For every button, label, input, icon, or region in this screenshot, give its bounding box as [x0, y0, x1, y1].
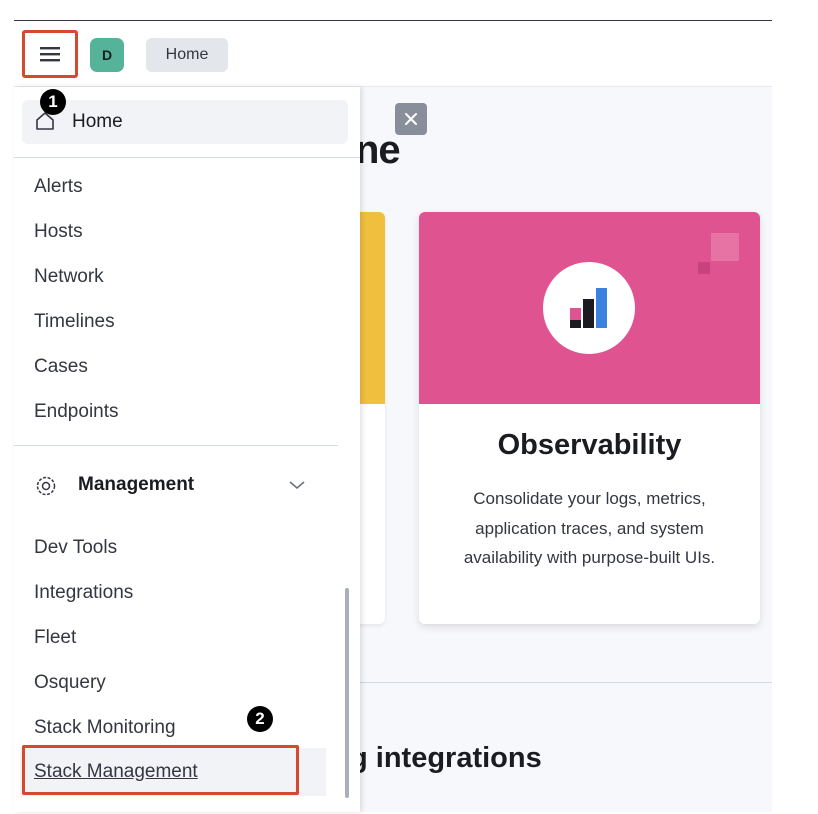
- decor-square: [698, 262, 710, 274]
- hamburger-icon: [40, 47, 60, 62]
- step-marker-1: 1: [40, 89, 66, 115]
- nav-scrollbar[interactable]: [345, 588, 349, 798]
- observability-icon: [543, 262, 635, 354]
- nav-item-stack-monitoring[interactable]: Stack Monitoring: [34, 717, 176, 739]
- card-title: Observability: [497, 429, 682, 461]
- nav-item-integrations[interactable]: Integrations: [34, 582, 133, 604]
- top-rule: [14, 20, 772, 21]
- chevron-down-icon[interactable]: [287, 478, 307, 497]
- section-title: g integrations: [350, 742, 542, 774]
- nav-item-home[interactable]: [22, 100, 348, 144]
- nav-item-alerts[interactable]: Alerts: [34, 176, 83, 198]
- gear-icon: [34, 474, 58, 503]
- nav-item-cases[interactable]: Cases: [34, 356, 88, 378]
- menu-toggle-button[interactable]: [22, 30, 78, 78]
- page-title: ne: [355, 128, 401, 172]
- section-divider: [360, 682, 772, 683]
- card-description: Consolidate your logs, metrics, applicat…: [463, 489, 716, 567]
- highlight-frame: [22, 745, 299, 795]
- nav-item-hosts[interactable]: Hosts: [34, 221, 83, 243]
- close-icon: [405, 113, 417, 125]
- breadcrumb-home[interactable]: Home: [146, 38, 228, 72]
- nav-section-management[interactable]: Management: [78, 474, 194, 496]
- nav-item-endpoints[interactable]: Endpoints: [34, 401, 119, 423]
- step-marker-2: 2: [247, 706, 273, 732]
- close-flyout-button[interactable]: [395, 103, 427, 135]
- nav-divider: [14, 445, 338, 446]
- user-avatar[interactable]: D: [90, 38, 124, 72]
- nav-item-network[interactable]: Network: [34, 266, 104, 288]
- top-header: [14, 22, 772, 87]
- nav-divider: [14, 157, 360, 158]
- observability-card-band: [419, 212, 760, 404]
- decor-square: [711, 233, 739, 261]
- nav-home-label: Home: [72, 111, 123, 132]
- nav-item-timelines[interactable]: Timelines: [34, 311, 115, 333]
- nav-item-fleet[interactable]: Fleet: [34, 627, 76, 649]
- nav-item-osquery[interactable]: Osquery: [34, 672, 106, 694]
- nav-item-dev-tools[interactable]: Dev Tools: [34, 537, 117, 559]
- observability-card[interactable]: Observability Consolidate your logs, met…: [419, 212, 760, 624]
